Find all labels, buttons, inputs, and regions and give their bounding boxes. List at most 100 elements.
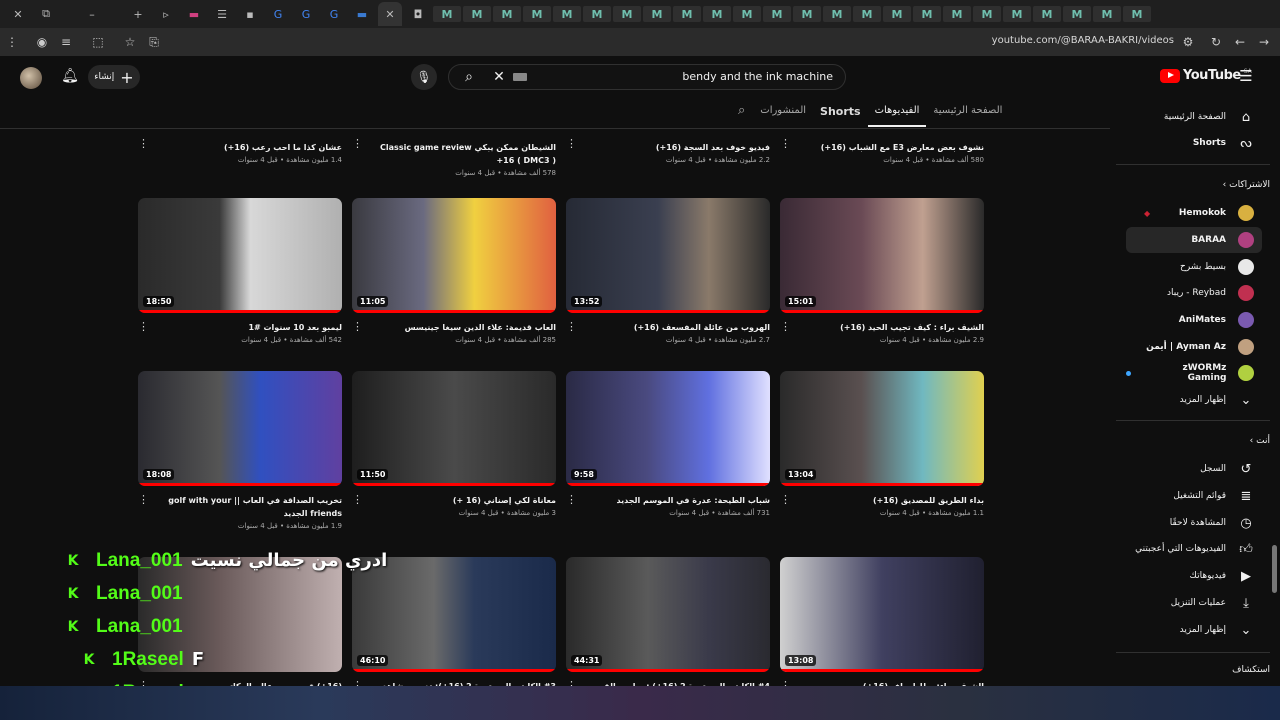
tab-m-icon[interactable]: M xyxy=(913,6,941,22)
video-title[interactable]: الشيطان ممكن يبكي Classic game review +1… xyxy=(352,141,556,167)
video-title[interactable]: تخريب الصداقة في العاب || golf with your… xyxy=(138,494,342,520)
tab-home[interactable]: الصفحة الرئيسية xyxy=(926,101,1009,127)
search-input[interactable]: bendy and the ink machine xyxy=(682,70,833,83)
clear-search-icon[interactable]: ✕ xyxy=(489,65,509,89)
tab-favicon[interactable]: ▪ xyxy=(238,2,262,26)
new-tab-icon[interactable]: + xyxy=(126,2,150,26)
hamburger-menu-icon[interactable]: ☰ xyxy=(1236,66,1256,86)
more-actions-icon[interactable]: ⋮ xyxy=(138,493,149,506)
tab-m-icon[interactable]: M xyxy=(793,6,821,22)
video-card[interactable]: 18:08 تخريب الصداقة في العاب || golf with… xyxy=(138,371,342,530)
create-button[interactable]: إنشاء + xyxy=(88,65,140,89)
google-icon[interactable]: G xyxy=(322,2,346,26)
site-settings-icon[interactable]: ⚙ xyxy=(1176,30,1200,54)
video-title[interactable]: الشيف براء : كيف تجيب الحيد (16+) xyxy=(780,321,984,334)
video-thumbnail[interactable]: 11:05 xyxy=(352,198,556,313)
sidebar-sub-zwormz[interactable]: zWORMz Gaming xyxy=(1126,360,1262,386)
video-title[interactable]: عشان كذا ما احب رعب (16+) xyxy=(138,141,342,154)
voice-search-mic-icon[interactable]: 🎙︎ xyxy=(411,64,437,90)
sidebar-item-your-videos[interactable]: فيديوهاتك ▶︎ xyxy=(1126,563,1262,589)
sidebar-item-watch-later[interactable]: المشاهدة لاحقًا ◷ xyxy=(1126,510,1262,536)
more-actions-icon[interactable]: ⋮ xyxy=(566,137,577,150)
sidebar-show-more-2[interactable]: إظهار المزيد ⌄ xyxy=(1126,617,1262,643)
sidebar-sub-hemokok[interactable]: ◆ Hemokok xyxy=(1126,200,1262,226)
more-actions-icon[interactable]: ⋮ xyxy=(138,320,149,333)
minimize-icon[interactable]: – xyxy=(62,2,122,26)
video-title[interactable]: معاناة لكي إصناني (16 +) xyxy=(352,494,556,507)
sidebar-item-downloads[interactable]: عمليات التنزيل ⤓ xyxy=(1126,590,1262,616)
video-title[interactable]: بداء الطريق للمصديق (16+) xyxy=(780,494,984,507)
more-actions-icon[interactable]: ⋮ xyxy=(780,320,791,333)
video-card[interactable]: عشان كذا ما احب رعب (16+) 1.4 مليون مشاهد… xyxy=(138,133,342,164)
tab-m-icon[interactable]: M xyxy=(523,6,551,22)
share-icon[interactable]: ⎘ xyxy=(142,30,166,54)
google-icon[interactable]: G xyxy=(294,2,318,26)
tab-favicon[interactable]: ◘ xyxy=(406,2,430,26)
sidebar-sub-basit[interactable]: بسيط بشرح xyxy=(1126,254,1262,280)
tab-m-icon[interactable]: M xyxy=(973,6,1001,22)
video-title[interactable]: نشوف بعض معارض E3 مع الشباب (16+) xyxy=(780,141,984,154)
sidebar-sub-baraa[interactable]: BARAA xyxy=(1126,227,1262,253)
tab-m-icon[interactable]: M xyxy=(583,6,611,22)
video-card[interactable]: نشوف بعض معارض E3 مع الشباب (16+) 580 ألف… xyxy=(780,133,984,164)
scrollbar-thumb[interactable] xyxy=(1272,545,1277,593)
back-icon[interactable]: → xyxy=(1252,30,1276,54)
active-tab-close-icon[interactable]: ✕ xyxy=(378,2,402,26)
tab-posts[interactable]: المنشورات xyxy=(753,101,813,127)
sidebar-show-more[interactable]: إظهار المزيد ⌄ xyxy=(1126,387,1262,413)
sidebar-item-liked[interactable]: الفيديوهات التي أعجبتني 👍︎ xyxy=(1126,536,1262,562)
tab-m-icon[interactable]: M xyxy=(1033,6,1061,22)
video-card[interactable]: الشيطان ممكن يبكي Classic game review +1… xyxy=(352,133,556,177)
tab-m-icon[interactable]: M xyxy=(1093,6,1121,22)
tab-m-icon[interactable]: M xyxy=(673,6,701,22)
tab-m-icon[interactable]: M xyxy=(1003,6,1031,22)
you-header[interactable]: أنت › xyxy=(1250,436,1270,446)
sidebar-item-history[interactable]: السجل ↺ xyxy=(1126,456,1262,482)
more-vert-icon[interactable]: ⋮ xyxy=(0,30,24,54)
video-card[interactable]: 44:31#4 الكابتن المستعرة 2 (16+) : صاحب … xyxy=(566,557,770,706)
tab-m-icon[interactable]: M xyxy=(433,6,461,22)
video-card[interactable]: 11:05 العاب قديمة: علاء الدين سيغا جينيسس… xyxy=(352,198,556,344)
video-thumbnail[interactable]: 13:04 xyxy=(780,371,984,486)
video-thumbnail[interactable]: 15:01 xyxy=(780,198,984,313)
more-actions-icon[interactable]: ⋮ xyxy=(352,137,363,150)
tab-m-icon[interactable]: M xyxy=(493,6,521,22)
video-thumbnail[interactable]: 9:58 xyxy=(566,371,770,486)
tab-m-icon[interactable]: M xyxy=(463,6,491,22)
google-icon[interactable]: G xyxy=(266,2,290,26)
tab-m-icon[interactable]: M xyxy=(763,6,791,22)
video-card[interactable]: فيديو خوف بعد السجة (16+) 2.2 مليون مشاهد… xyxy=(566,133,770,164)
tab-videos[interactable]: الفيديوهات xyxy=(867,101,927,127)
video-title[interactable]: العاب قديمة: علاء الدين سيغا جينيسس xyxy=(352,321,556,334)
tab-m-icon[interactable]: M xyxy=(703,6,731,22)
restore-icon[interactable]: ⧉ xyxy=(34,2,58,26)
video-title[interactable]: شباب الطيحة: عدرة في الموسم الجديد xyxy=(566,494,771,507)
tab-favicon[interactable]: ☰ xyxy=(210,2,234,26)
video-card[interactable]: 13:52 الهروب من عائلة المفسعف (16+) 2.7 مل… xyxy=(566,198,770,344)
tab-m-icon[interactable]: M xyxy=(1063,6,1091,22)
video-card[interactable]: 13:08الشيف براء: بطاط جاف (16+)⋮ xyxy=(780,557,984,693)
video-thumbnail[interactable]: 13:52 xyxy=(566,198,770,313)
video-card[interactable]: 18:50 ليمبو بعد 10 سنوات #1 542 ألف مشاهدة… xyxy=(138,198,342,344)
video-thumbnail[interactable]: 44:31 xyxy=(566,557,770,672)
video-thumbnail[interactable]: 13:08 xyxy=(780,557,984,672)
tab-m-icon[interactable]: M xyxy=(733,6,761,22)
tab-favicon[interactable]: ▬ xyxy=(350,2,374,26)
tab-m-icon[interactable]: M xyxy=(943,6,971,22)
profile-icon[interactable]: ◉ xyxy=(30,30,54,54)
search-icon[interactable]: ⌕ xyxy=(449,65,489,89)
video-card[interactable]: 9:58 شباب الطيحة: عدرة في الموسم الجديد 73… xyxy=(566,371,770,517)
tab-m-icon[interactable]: M xyxy=(643,6,671,22)
extensions-icon[interactable]: ⬚ xyxy=(86,30,110,54)
keyboard-icon[interactable] xyxy=(513,73,527,81)
tab-m-icon[interactable]: M xyxy=(1123,6,1151,22)
more-actions-icon[interactable]: ⋮ xyxy=(566,493,577,506)
tab-m-icon[interactable]: M xyxy=(613,6,641,22)
account-avatar[interactable] xyxy=(20,67,42,89)
tab-m-icon[interactable]: M xyxy=(853,6,881,22)
tab-favicon[interactable]: ▬ xyxy=(182,2,206,26)
sidebar-item-home[interactable]: الصفحة الرئيسية ⌂ xyxy=(1126,104,1262,130)
sidebar-sub-reybad[interactable]: Reybad - ريباد xyxy=(1126,280,1262,306)
more-actions-icon[interactable]: ⋮ xyxy=(780,137,791,150)
video-card[interactable]: 11:50 معاناة لكي إصناني (16 +) 3 مليون مشا… xyxy=(352,371,556,517)
